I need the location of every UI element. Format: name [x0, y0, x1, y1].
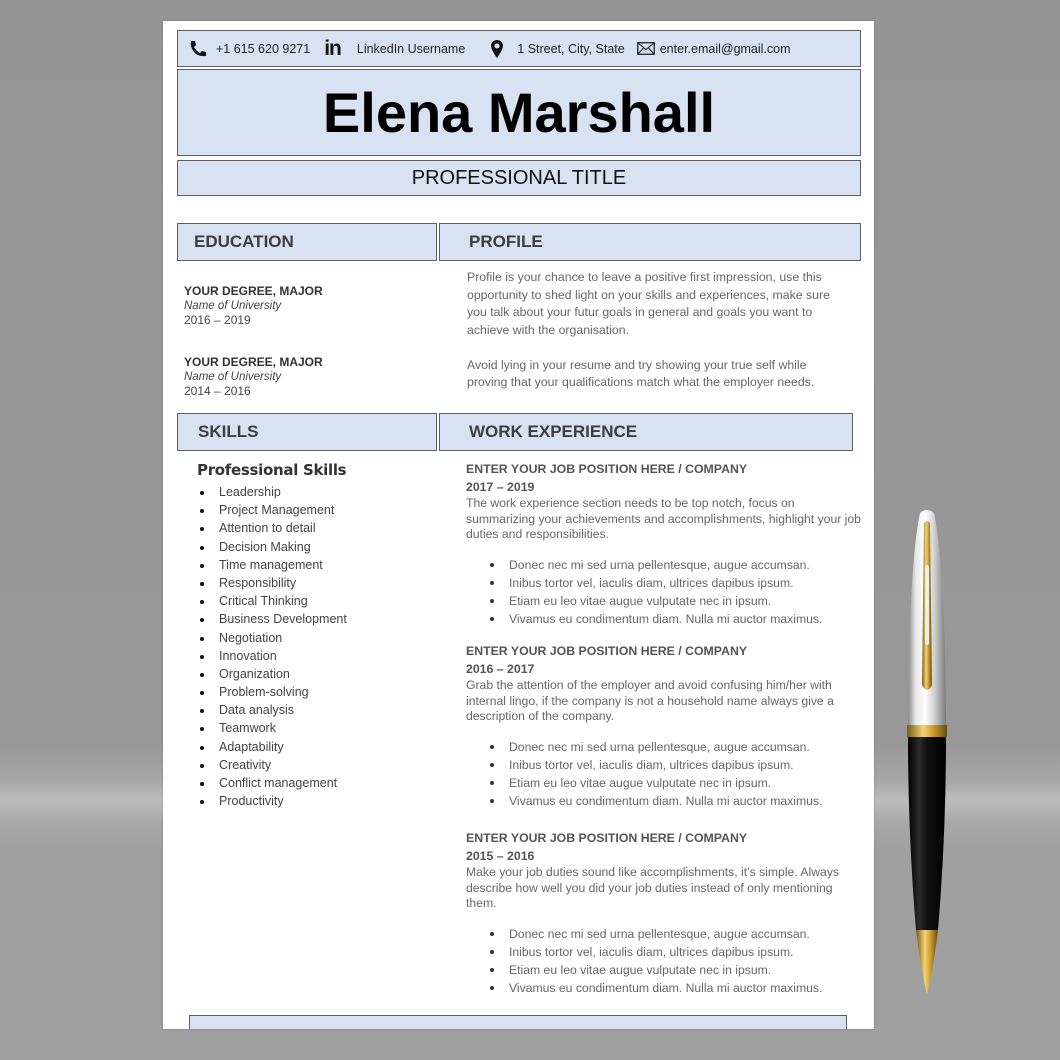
job-bullet: Vivamus eu condimentum diam. Nulla mi au…: [488, 610, 861, 628]
job-years: 2016 – 2017: [466, 662, 535, 676]
skill-item: Teamwork: [197, 719, 347, 737]
ballpoint-pen-image: [890, 505, 965, 1005]
job-bullet: Donec nec mi sed urna pellentesque, augu…: [488, 738, 861, 756]
job-description: Make your job duties sound like accompli…: [466, 865, 840, 910]
phone-number: +1 615 620 9271: [216, 41, 311, 56]
contact-linkedin: in LinkedIn Username: [324, 37, 465, 61]
skill-item: Project Management: [197, 501, 347, 519]
job-bullets: Donec nec mi sed urna pellentesque, augu…: [466, 925, 861, 997]
skill-item: Problem-solving: [197, 683, 347, 701]
job-bullets: Donec nec mi sed urna pellentesque, augu…: [466, 556, 861, 628]
full-name: Elena Marshall: [322, 81, 716, 144]
job-position: ENTER YOUR JOB POSITION HERE / COMPANY: [466, 644, 748, 658]
skills-header: SKILLS: [177, 413, 437, 451]
education-heading: EDUCATION: [194, 232, 294, 251]
job-bullet: Vivamus eu condimentum diam. Nulla mi au…: [488, 979, 861, 997]
profile-text: Profile is your chance to leave a positi…: [467, 269, 847, 392]
job-bullets: Donec nec mi sed urna pellentesque, augu…: [466, 738, 861, 810]
job-entry: ENTER YOUR JOB POSITION HERE / COMPANY 2…: [466, 460, 861, 628]
skill-item: Adaptability: [197, 738, 347, 756]
job-position: ENTER YOUR JOB POSITION HERE / COMPANY: [466, 831, 748, 845]
university: Name of University: [184, 299, 282, 312]
job-bullet: Donec nec mi sed urna pellentesque, augu…: [488, 925, 861, 943]
contact-address: 1 Street, City, State: [491, 39, 625, 58]
professional-skills-heading: Professional Skills: [197, 461, 347, 479]
professional-title-banner: PROFESSIONAL TITLE: [177, 160, 861, 196]
email-text: enter.email@gmail.com: [659, 41, 791, 56]
phone-icon: [188, 40, 208, 58]
education-entry: YOUR DEGREE, MAJOR Name of University 20…: [184, 284, 323, 328]
university: Name of University: [184, 370, 282, 383]
skill-item: Attention to detail: [197, 519, 347, 537]
education-years: 2016 – 2019: [184, 313, 251, 327]
profile-header: PROFILE: [439, 223, 861, 261]
job-years: 2015 – 2016: [466, 849, 535, 863]
contact-email: enter.email@gmail.com: [636, 41, 791, 56]
job-entry: ENTER YOUR JOB POSITION HERE / COMPANY 2…: [466, 642, 861, 810]
contact-bar: +1 615 620 9271 in LinkedIn Username 1 S…: [177, 30, 861, 67]
job-entry: ENTER YOUR JOB POSITION HERE / COMPANY 2…: [466, 829, 861, 997]
skill-item: Responsibility: [197, 574, 347, 592]
job-position: ENTER YOUR JOB POSITION HERE / COMPANY: [466, 462, 748, 476]
degree: YOUR DEGREE, MAJOR: [184, 284, 323, 298]
linkedin-icon: in: [324, 36, 342, 60]
profile-heading: PROFILE: [469, 232, 543, 251]
job-bullet: Etiam eu leo vitae augue vulputate nec i…: [488, 961, 861, 979]
contact-phone: +1 615 620 9271: [188, 40, 310, 58]
job-bullet: Vivamus eu condimentum diam. Nulla mi au…: [488, 792, 861, 810]
job-bullet: Donec nec mi sed urna pellentesque, augu…: [488, 556, 861, 574]
name-banner: Elena Marshall: [177, 69, 861, 156]
skills-heading: SKILLS: [198, 422, 259, 441]
skill-item: Leadership: [197, 483, 347, 501]
resume-page: +1 615 620 9271 in LinkedIn Username 1 S…: [163, 21, 874, 1029]
degree: YOUR DEGREE, MAJOR: [184, 355, 323, 369]
professional-title: PROFESSIONAL TITLE: [411, 166, 627, 189]
skills-list: Leadership Project Management Attention …: [197, 483, 347, 810]
job-bullet: Etiam eu leo vitae augue vulputate nec i…: [488, 592, 861, 610]
envelope-icon: [636, 42, 655, 55]
skill-item: Creativity: [197, 756, 347, 774]
job-years: 2017 – 2019: [466, 480, 535, 494]
work-experience-heading: WORK EXPERIENCE: [469, 422, 638, 441]
education-header: EDUCATION: [177, 223, 437, 261]
skill-item: Business Development: [197, 610, 347, 628]
skill-item: Decision Making: [197, 538, 347, 556]
job-bullet: Inibus tortor vel, iaculis diam, ultrice…: [488, 574, 861, 592]
job-description: The work experience section needs to be …: [466, 496, 861, 541]
skill-item: Organization: [197, 665, 347, 683]
profile-paragraph: Avoid lying in your resume and try showi…: [467, 357, 815, 390]
job-description: Grab the attention of the employer and a…: [466, 678, 834, 723]
skill-item: Time management: [197, 556, 347, 574]
address-text: 1 Street, City, State: [517, 41, 625, 56]
location-pin-icon: [491, 39, 504, 58]
skill-item: Conflict management: [197, 774, 347, 792]
linkedin-username: LinkedIn Username: [356, 41, 466, 56]
skill-item: Productivity: [197, 792, 347, 810]
education-years: 2014 – 2016: [184, 384, 251, 398]
job-bullet: Inibus tortor vel, iaculis diam, ultrice…: [488, 756, 861, 774]
footer-bar: [189, 1015, 847, 1029]
skill-item: Critical Thinking: [197, 592, 347, 610]
job-bullet: Inibus tortor vel, iaculis diam, ultrice…: [488, 943, 861, 961]
education-entry: YOUR DEGREE, MAJOR Name of University 20…: [184, 355, 323, 399]
skill-item: Data analysis: [197, 701, 347, 719]
job-bullet: Etiam eu leo vitae augue vulputate nec i…: [488, 774, 861, 792]
skill-item: Negotiation: [197, 629, 347, 647]
profile-paragraph: Profile is your chance to leave a positi…: [467, 270, 830, 337]
skill-item: Innovation: [197, 647, 347, 665]
work-experience-header: WORK EXPERIENCE: [439, 413, 853, 451]
